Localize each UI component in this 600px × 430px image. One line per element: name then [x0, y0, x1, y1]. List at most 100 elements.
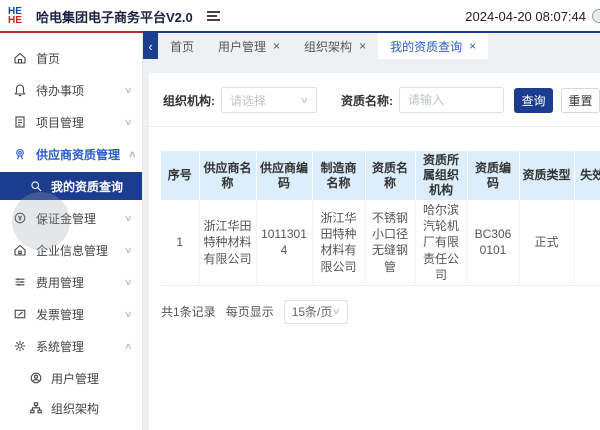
floating-widget[interactable]: ‹ [12, 192, 70, 250]
table-column-header: 序号 [161, 151, 199, 200]
chevron-up-icon: ∧ [124, 341, 133, 352]
chevron-down-icon: ∨ [124, 213, 133, 224]
sidebar-item-首页[interactable]: 首页 [0, 42, 142, 74]
chevron-down-icon: ∨ [124, 309, 133, 320]
table-header-row: 序号供应商名称供应商编码制造商名称资质名称资质所属组织机构资质编码资质类型失效时… [161, 151, 600, 200]
tab-首页[interactable]: 首页 [158, 33, 206, 59]
project-icon [13, 115, 27, 129]
table-cell: 浙江华田特种材料有限公司 [312, 200, 365, 285]
chevron-down-icon: ∨ [124, 117, 133, 128]
user-icon [29, 371, 43, 385]
table-cell: 不锈钢小口径无缝钢管 [365, 200, 415, 285]
app-header: HE HE 哈电集团电子商务平台V2.0 2024-04-20 08:07:44 [0, 0, 600, 32]
tab-label: 首页 [170, 38, 194, 55]
org-select-placeholder: 请选择 [230, 92, 266, 109]
main-area: ‹ 首页 用户管理 × 组织架构 × 我的资质查询 × 组织机构: 请选择 ∨ 资质名称: … [143, 33, 600, 430]
invoice-icon [13, 307, 27, 321]
chevron-left-icon: ‹ [148, 39, 152, 54]
sidebar-item-发票管理[interactable]: 发票管理 ∨ [0, 298, 142, 330]
table-column-header: 资质名称 [365, 151, 415, 200]
fee-icon [13, 275, 27, 289]
org-icon [29, 401, 43, 415]
sidebar-subitem-label: 组织架构 [51, 400, 99, 417]
table-column-header: 资质所属组织机构 [415, 151, 467, 200]
table-column-header: 供应商编码 [256, 151, 312, 200]
chevron-down-icon: ∨ [332, 306, 341, 317]
qualification-table-wrap: 序号供应商名称供应商编码制造商名称资质名称资质所属组织机构资质编码资质类型失效时… [161, 151, 600, 286]
sidebar-subitem-我的资质查询[interactable]: 我的资质查询 [0, 172, 142, 200]
collapse-menu-icon[interactable] [207, 11, 220, 21]
sidebar-item-label: 费用管理 [36, 274, 84, 291]
table-column-header: 资质类型 [519, 151, 574, 200]
blue-accent-line [143, 31, 600, 33]
sidebar-item-系统管理[interactable]: 系统管理 ∧ [0, 330, 142, 362]
table-cell [574, 200, 600, 285]
search-icon [29, 179, 43, 193]
sidebar-subitem-label: 我的资质查询 [51, 178, 123, 195]
per-page-value: 15条/页 [292, 303, 333, 320]
red-accent-line [0, 31, 143, 33]
user-avatar[interactable] [592, 9, 600, 23]
sidebar-item-label: 供应商资质管理 [36, 146, 120, 163]
harbin-electric-logo-icon: HE HE [8, 6, 32, 26]
tab-label: 组织架构 [304, 38, 352, 55]
org-select[interactable]: 请选择 ∨ [221, 87, 317, 113]
table-column-header: 资质编码 [467, 151, 519, 200]
table-cell: 10113014 [256, 200, 312, 285]
chevron-down-icon: ∨ [124, 245, 133, 256]
close-icon[interactable]: × [273, 40, 280, 52]
sidebar-item-label: 首页 [36, 50, 60, 67]
table-cell: 哈尔滨汽轮机厂有限责任公司 [415, 200, 467, 285]
sidebar-item-label: 发票管理 [36, 306, 84, 323]
tab-label: 我的资质查询 [390, 38, 462, 55]
chevron-down-icon: ∨ [300, 95, 309, 106]
table-cell: 正式 [519, 200, 574, 285]
tab-list: 首页 用户管理 × 组织架构 × 我的资质查询 × [158, 33, 488, 59]
filter-row: 组织机构: 请选择 ∨ 资质名称: 查询 重置 [149, 73, 600, 113]
table-column-header: 供应商名称 [199, 151, 256, 200]
org-filter-label: 组织机构: [163, 92, 215, 109]
table-column-header: 失效时间 [574, 151, 600, 200]
close-icon[interactable]: × [469, 40, 476, 52]
sidebar-item-label: 项目管理 [36, 114, 84, 131]
qualification-name-input[interactable] [399, 87, 504, 113]
sidebar-item-label: 系统管理 [36, 338, 84, 355]
sidebar-item-项目管理[interactable]: 项目管理 ∨ [0, 106, 142, 138]
bell-icon [13, 83, 27, 97]
tabs-scroll-left-button[interactable]: ‹ [143, 33, 158, 59]
search-button[interactable]: 查询 [514, 88, 553, 113]
content-panel: 组织机构: 请选择 ∨ 资质名称: 查询 重置 序号供应商名称供应商编码制造商名… [149, 73, 600, 430]
tab-我的资质查询[interactable]: 我的资质查询 × [378, 33, 488, 59]
chevron-down-icon: ∨ [124, 277, 133, 288]
qualification-table: 序号供应商名称供应商编码制造商名称资质名称资质所属组织机构资质编码资质类型失效时… [161, 151, 600, 286]
home-icon [13, 51, 27, 65]
section-divider [149, 126, 600, 127]
app-title: 哈电集团电子商务平台V2.0 [36, 7, 193, 26]
total-records-text: 共1条记录 [161, 303, 216, 320]
table-cell: 浙江华田特种材料有限公司 [199, 200, 256, 285]
sidebar-item-费用管理[interactable]: 费用管理 ∨ [0, 266, 142, 298]
table-cell: BC3060101 [467, 200, 519, 285]
current-datetime: 2024-04-20 08:07:44 [465, 9, 586, 24]
table-row[interactable]: 1浙江华田特种材料有限公司10113014浙江华田特种材料有限公司不锈钢小口径无… [161, 200, 600, 285]
tab-bar: ‹ 首页 用户管理 × 组织架构 × 我的资质查询 × [143, 33, 600, 59]
tab-组织架构[interactable]: 组织架构 × [292, 33, 378, 59]
table-column-header: 制造商名称 [312, 151, 365, 200]
sidebar-subitem-label: 用户管理 [51, 370, 99, 387]
sidebar-subitem-组织架构[interactable]: 组织架构 [0, 394, 142, 422]
pagination: 共1条记录 每页显示 15条/页 ∨ [161, 300, 600, 324]
close-icon[interactable]: × [359, 40, 366, 52]
sidebar-subitem-用户管理[interactable]: 用户管理 [0, 364, 142, 392]
per-page-select[interactable]: 15条/页 ∨ [284, 300, 348, 324]
tab-用户管理[interactable]: 用户管理 × [206, 33, 292, 59]
table-cell: 1 [161, 200, 199, 285]
table-body: 1浙江华田特种材料有限公司10113014浙江华田特种材料有限公司不锈钢小口径无… [161, 200, 600, 285]
sidebar-item-label: 待办事项 [36, 82, 84, 99]
badge-icon [13, 147, 27, 161]
tab-label: 用户管理 [218, 38, 266, 55]
sidebar-item-待办事项[interactable]: 待办事项 ∨ [0, 74, 142, 106]
reset-button[interactable]: 重置 [561, 88, 600, 113]
chevron-up-icon: ∧ [128, 149, 137, 160]
sidebar-item-供应商资质管理[interactable]: 供应商资质管理 ∧ [0, 138, 142, 170]
chevron-down-icon: ∨ [124, 85, 133, 96]
